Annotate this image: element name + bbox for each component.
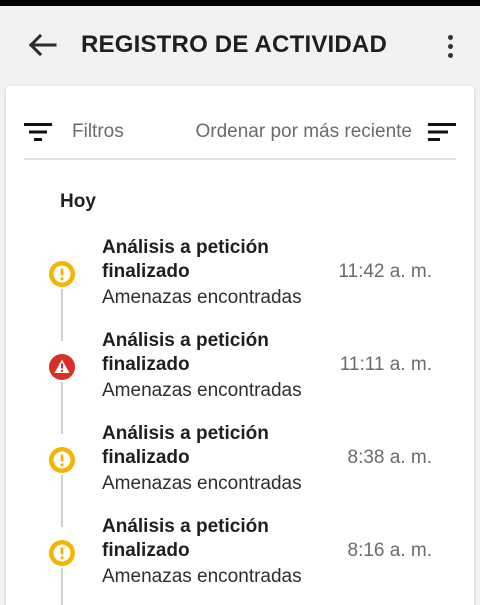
- activity-timeline: Análisis a petición finalizado Amenazas …: [6, 86, 474, 605]
- entry-title: Análisis a petición finalizado: [102, 330, 269, 375]
- entry-time: 8:16 a. m.: [347, 540, 433, 561]
- entry-title: Análisis a petición finalizado: [102, 237, 269, 282]
- activity-entry[interactable]: Análisis a petición finalizado Amenazas …: [6, 329, 474, 422]
- entry-subtitle: Amenazas encontradas: [102, 566, 302, 587]
- app-bar: REGISTRO DE ACTIVIDAD: [0, 6, 480, 82]
- entry-subtitle: Amenazas encontradas: [102, 473, 302, 494]
- warning-icon: [49, 540, 75, 566]
- activity-entry[interactable]: Análisis a petición finalizado Amenazas …: [6, 422, 474, 515]
- arrow-left-icon: [28, 33, 57, 57]
- entry-time: 8:38 a. m.: [347, 447, 433, 468]
- activity-card: Filtros Ordenar por más reciente Hoy Aná…: [6, 86, 474, 605]
- more-options-button[interactable]: [436, 26, 464, 66]
- entry-subtitle: Amenazas encontradas: [102, 287, 302, 308]
- entry-time: 11:11 a. m.: [339, 354, 432, 375]
- entry-title: Análisis a petición finalizado: [102, 423, 269, 468]
- page-title: REGISTRO DE ACTIVIDAD: [81, 31, 387, 58]
- more-vertical-icon: [447, 34, 453, 40]
- warning-icon: [49, 447, 75, 473]
- back-button[interactable]: [22, 28, 62, 62]
- activity-entry[interactable]: Análisis a petición finalizado Amenazas …: [6, 515, 474, 605]
- entry-time: 11:42 a. m.: [338, 261, 432, 282]
- warning-icon: [49, 261, 75, 287]
- entry-title: Análisis a petición finalizado: [102, 516, 269, 561]
- critical-alert-icon: [49, 354, 75, 380]
- activity-entry[interactable]: Análisis a petición finalizado Amenazas …: [6, 236, 474, 329]
- entry-subtitle: Amenazas encontradas: [102, 380, 302, 401]
